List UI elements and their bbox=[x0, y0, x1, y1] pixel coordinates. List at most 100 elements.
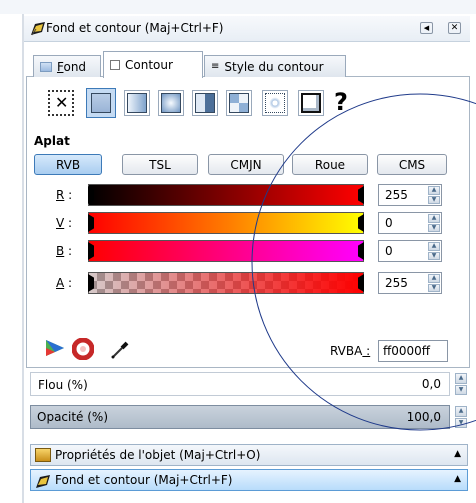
spin-up-icon[interactable]: ▲ bbox=[428, 274, 440, 283]
flat-color-icon bbox=[91, 93, 111, 113]
slider-blue[interactable] bbox=[88, 240, 364, 262]
out-of-gamut-icon[interactable] bbox=[71, 337, 95, 361]
spin-down-icon[interactable]: ▼ bbox=[428, 251, 440, 260]
slider-handle-right[interactable] bbox=[358, 186, 364, 204]
blue-spin[interactable]: 0 ▲ ▼ bbox=[378, 240, 442, 262]
none-icon: ✕ bbox=[55, 93, 69, 112]
slider-red[interactable] bbox=[88, 184, 364, 206]
green-spin[interactable]: 0 ▲ ▼ bbox=[378, 212, 442, 234]
dock-object-properties[interactable]: Propriétés de l'objet (Maj+Ctrl+O) ▲ bbox=[30, 444, 468, 466]
rgba-value: ff0000ff bbox=[383, 344, 431, 358]
spin-down-icon[interactable]: ▼ bbox=[428, 283, 440, 292]
red-spin[interactable]: 255 ▲ ▼ bbox=[378, 184, 442, 206]
red-value: 255 bbox=[385, 188, 408, 202]
collapse-up-icon[interactable]: ▲ bbox=[454, 474, 461, 484]
paint-linear-gradient-button[interactable] bbox=[124, 90, 150, 116]
radial-gradient-icon bbox=[161, 93, 181, 113]
spin-up-icon[interactable]: ▲ bbox=[428, 186, 440, 195]
tab-fill[interactable]: Fond bbox=[33, 55, 101, 77]
section-flat-label: Aplat bbox=[34, 134, 70, 148]
iconify-button[interactable]: ◀ bbox=[420, 22, 433, 34]
paint-radial-gradient-button[interactable] bbox=[158, 90, 184, 116]
blur-spin[interactable]: ▲ ▼ bbox=[455, 373, 467, 395]
blur-value: 0,0 bbox=[421, 377, 441, 391]
unset-icon: ? bbox=[334, 88, 348, 116]
dock-fill-stroke-label: Fond et contour (Maj+Ctrl+F) bbox=[55, 473, 233, 487]
slider-alpha[interactable] bbox=[88, 272, 364, 294]
slider-handle-right[interactable] bbox=[358, 274, 364, 292]
paint-swatch-button[interactable] bbox=[262, 90, 288, 116]
mesh-gradient-icon bbox=[195, 93, 215, 113]
slider-handle-left[interactable] bbox=[88, 214, 94, 232]
mode-rgb-label: RVB bbox=[55, 157, 81, 172]
paint-unset-button[interactable]: ? bbox=[334, 88, 356, 116]
slider-handle-left[interactable] bbox=[88, 186, 94, 204]
spin-down-icon[interactable]: ▼ bbox=[455, 417, 467, 428]
close-icon[interactable]: ✕ bbox=[448, 22, 461, 34]
opacity-spin[interactable]: ▲ ▼ bbox=[455, 406, 467, 428]
panel-title-bar[interactable]: Fond et contour (Maj+Ctrl+F) ◀ ✕ bbox=[24, 16, 470, 42]
opacity-field[interactable]: Opacité (%) 100,0 bbox=[30, 405, 450, 429]
slider-handle-right[interactable] bbox=[358, 242, 364, 260]
paint-pattern-button[interactable] bbox=[226, 90, 252, 116]
color-picker-icon[interactable] bbox=[110, 338, 132, 360]
dock-object-properties-label: Propriétés de l'objet (Maj+Ctrl+O) bbox=[55, 448, 261, 462]
paint-mesh-button[interactable] bbox=[192, 90, 218, 116]
slider-r-label: R : bbox=[56, 188, 73, 202]
spin-up-icon[interactable]: ▲ bbox=[428, 242, 440, 251]
unset-frame-icon bbox=[301, 93, 321, 113]
tab-stroke-style[interactable]: ≡ Style du contour bbox=[204, 55, 346, 77]
alpha-value: 255 bbox=[385, 276, 408, 290]
spin-down-icon[interactable]: ▼ bbox=[428, 195, 440, 204]
top-strip bbox=[0, 0, 476, 14]
opacity-value: 100,0 bbox=[406, 410, 441, 424]
mode-rgb-button[interactable]: RVB bbox=[34, 154, 102, 175]
object-properties-icon bbox=[35, 448, 51, 462]
tab-stroke-paint[interactable]: Contour bbox=[103, 51, 203, 78]
blue-value: 0 bbox=[385, 244, 393, 258]
spin-down-icon[interactable]: ▼ bbox=[428, 223, 440, 232]
mode-wheel-button[interactable]: Roue bbox=[292, 154, 368, 175]
mode-hsl-button[interactable]: TSL bbox=[122, 154, 198, 175]
spin-up-icon[interactable]: ▲ bbox=[455, 406, 467, 417]
slider-handle-left[interactable] bbox=[88, 242, 94, 260]
mode-cmyk-label: CMJN bbox=[230, 157, 262, 172]
mode-cmyk-button[interactable]: CMJN bbox=[208, 154, 284, 175]
fill-stroke-icon bbox=[30, 20, 46, 36]
fill-tab-icon bbox=[40, 61, 52, 72]
spin-down-icon[interactable]: ▼ bbox=[455, 384, 467, 395]
slider-v-label: V : bbox=[56, 216, 73, 230]
collapse-up-icon[interactable]: ▲ bbox=[454, 449, 461, 459]
paint-unset-button-frame[interactable] bbox=[298, 90, 324, 116]
slider-handle-left[interactable] bbox=[88, 274, 94, 292]
panel-title: Fond et contour (Maj+Ctrl+F) bbox=[46, 21, 224, 35]
mode-hsl-label: TSL bbox=[149, 157, 171, 172]
color-managed-icon[interactable] bbox=[44, 338, 66, 358]
paint-none-button[interactable]: ✕ bbox=[48, 90, 74, 116]
pattern-icon bbox=[229, 93, 249, 113]
fill-stroke-icon bbox=[35, 473, 51, 492]
window-left-edge bbox=[22, 14, 24, 503]
spin-up-icon[interactable]: ▲ bbox=[455, 373, 467, 384]
green-value: 0 bbox=[385, 216, 393, 230]
opacity-label: Opacité (%) bbox=[37, 410, 109, 424]
paint-flat-button[interactable] bbox=[86, 88, 116, 118]
mode-cms-label: CMS bbox=[398, 157, 426, 172]
slider-green[interactable] bbox=[88, 212, 364, 234]
mode-cms-button[interactable]: CMS bbox=[377, 154, 447, 175]
tab-fill-label: Fond bbox=[57, 59, 87, 74]
rgba-input[interactable]: ff0000ff bbox=[378, 340, 448, 362]
slider-b-label: B : bbox=[56, 244, 73, 258]
dock-fill-stroke[interactable]: Fond et contour (Maj+Ctrl+F) ▲ bbox=[30, 469, 468, 491]
blur-field[interactable]: 0,0 bbox=[30, 372, 450, 396]
alpha-spin[interactable]: 255 ▲ ▼ bbox=[378, 272, 442, 294]
swatch-icon bbox=[265, 93, 285, 113]
stroke-style-icon: ≡ bbox=[211, 61, 220, 72]
stroke-paint-tab-icon bbox=[110, 60, 120, 70]
linear-gradient-icon bbox=[127, 93, 147, 113]
slider-handle-right[interactable] bbox=[358, 214, 364, 232]
tab-stroke-style-label: Style du contour bbox=[224, 59, 324, 74]
spin-up-icon[interactable]: ▲ bbox=[428, 214, 440, 223]
rgba-label: RVBA : bbox=[330, 344, 371, 358]
tab-stroke-paint-label: Contour bbox=[125, 58, 173, 72]
